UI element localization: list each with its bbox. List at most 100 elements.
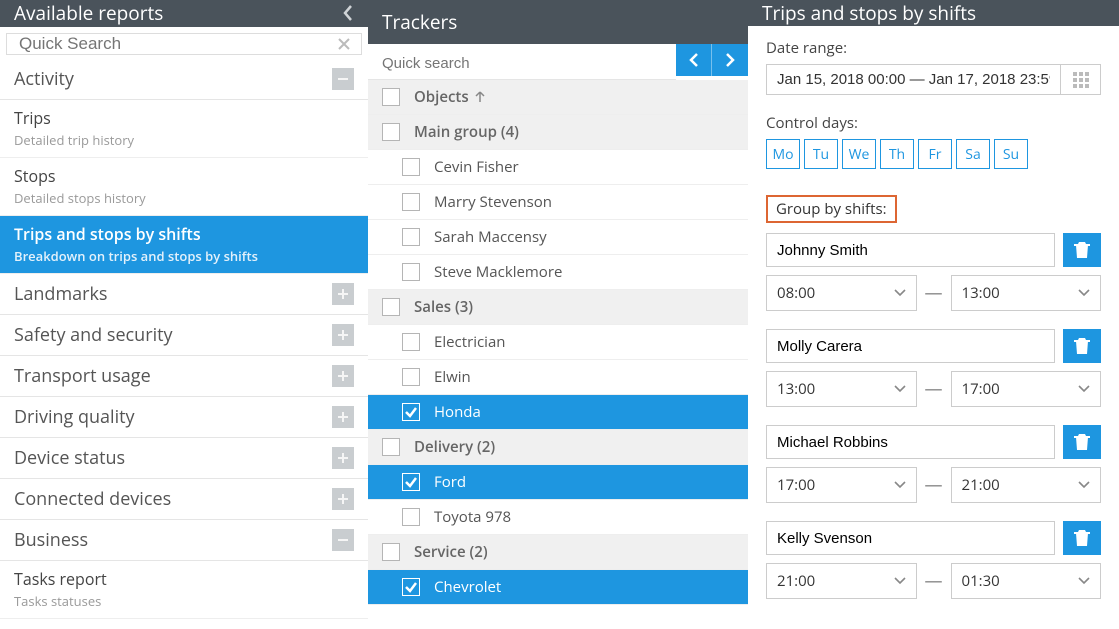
- expand-icon[interactable]: [332, 447, 354, 469]
- shift-to-select[interactable]: 13:00: [951, 275, 1102, 311]
- tracker-group[interactable]: Main group (4): [368, 115, 748, 150]
- objects-root[interactable]: Objects: [368, 80, 748, 115]
- chevron-down-icon: [1078, 289, 1090, 297]
- tracker-item[interactable]: Ford: [368, 465, 748, 500]
- day-toggle[interactable]: Sa: [956, 139, 990, 169]
- checkbox-icon[interactable]: [382, 438, 400, 456]
- shift-from-select[interactable]: 08:00: [766, 275, 917, 311]
- tracker-item[interactable]: Honda: [368, 395, 748, 430]
- report-category[interactable]: Device status: [0, 438, 368, 479]
- collapse-icon[interactable]: [332, 529, 354, 551]
- tracker-item[interactable]: Electrician: [368, 325, 748, 360]
- report-category[interactable]: Safety and security: [0, 315, 368, 356]
- tracker-label: Honda: [434, 402, 481, 422]
- tracker-item[interactable]: Marry Stevenson: [368, 185, 748, 220]
- shift-to-select[interactable]: 21:00: [951, 467, 1102, 503]
- clear-icon[interactable]: [327, 37, 361, 51]
- expand-icon[interactable]: [332, 365, 354, 387]
- shift-name-input[interactable]: [766, 329, 1055, 363]
- tracker-item[interactable]: Toyota 978: [368, 500, 748, 535]
- shift-name-input[interactable]: [766, 425, 1055, 459]
- day-toggle[interactable]: Mo: [766, 139, 800, 169]
- checkbox-icon[interactable]: [402, 263, 420, 281]
- shift-row: 13:00—17:00: [766, 329, 1101, 407]
- checkbox-icon[interactable]: [382, 88, 400, 106]
- report-category[interactable]: Driving quality: [0, 397, 368, 438]
- checkbox-icon[interactable]: [402, 333, 420, 351]
- checkbox-icon[interactable]: [402, 403, 420, 421]
- report-subtitle: Tasks statuses: [14, 592, 354, 610]
- collapse-reports-icon[interactable]: [342, 4, 354, 22]
- day-toggle[interactable]: Tu: [804, 139, 838, 169]
- tracker-label: Sales (3): [414, 297, 473, 317]
- date-range-label: Date range:: [766, 38, 1101, 58]
- shift-from-select[interactable]: 13:00: [766, 371, 917, 407]
- expand-icon[interactable]: [332, 406, 354, 428]
- tracker-item[interactable]: Steve Macklemore: [368, 255, 748, 290]
- checkbox-icon[interactable]: [402, 368, 420, 386]
- checkbox-icon[interactable]: [402, 508, 420, 526]
- trackers-search: [368, 48, 676, 80]
- reports-search-input[interactable]: [7, 34, 327, 54]
- expand-icon[interactable]: [332, 283, 354, 305]
- expand-icon[interactable]: [332, 324, 354, 346]
- tracker-label: Steve Macklemore: [434, 262, 562, 282]
- checkbox-icon[interactable]: [382, 123, 400, 141]
- trash-icon[interactable]: [1063, 521, 1101, 555]
- trackers-search-input[interactable]: [368, 55, 676, 72]
- tracker-item[interactable]: Cevin Fisher: [368, 150, 748, 185]
- day-toggle[interactable]: Fr: [918, 139, 952, 169]
- tracker-group[interactable]: Service (2): [368, 535, 748, 570]
- checkbox-icon[interactable]: [402, 158, 420, 176]
- checkbox-icon[interactable]: [402, 578, 420, 596]
- trash-icon[interactable]: [1063, 329, 1101, 363]
- report-item[interactable]: StopsDetailed stops history: [0, 158, 368, 216]
- shift-name-input[interactable]: [766, 521, 1055, 555]
- collapse-icon[interactable]: [332, 68, 354, 90]
- category-label: Transport usage: [14, 364, 332, 388]
- next-icon[interactable]: [712, 44, 748, 76]
- tracker-item[interactable]: Elwin: [368, 360, 748, 395]
- checkbox-icon[interactable]: [402, 228, 420, 246]
- report-item[interactable]: Tasks report Tasks statuses: [0, 561, 368, 619]
- report-title: Tasks report: [14, 568, 354, 590]
- shift-name-input[interactable]: [766, 233, 1055, 267]
- expand-icon[interactable]: [332, 488, 354, 510]
- tracker-group[interactable]: Sales (3): [368, 290, 748, 325]
- tracker-label: Sarah Maccensy: [434, 227, 547, 247]
- day-toggle[interactable]: Th: [880, 139, 914, 169]
- chevron-down-icon: [894, 289, 906, 297]
- checkbox-icon[interactable]: [382, 543, 400, 561]
- day-toggle[interactable]: Su: [994, 139, 1028, 169]
- report-category[interactable]: Transport usage: [0, 356, 368, 397]
- day-toggle[interactable]: We: [842, 139, 876, 169]
- tracker-item[interactable]: Sarah Maccensy: [368, 220, 748, 255]
- category-label: Landmarks: [14, 282, 332, 306]
- date-range-input[interactable]: [766, 64, 1061, 95]
- report-category[interactable]: Business: [0, 520, 368, 561]
- checkbox-icon[interactable]: [382, 298, 400, 316]
- reports-header: Available reports: [0, 0, 368, 27]
- shift-from-select[interactable]: 17:00: [766, 467, 917, 503]
- checkbox-icon[interactable]: [402, 193, 420, 211]
- report-category[interactable]: Activity: [0, 59, 368, 100]
- trash-icon[interactable]: [1063, 425, 1101, 459]
- shift-to-select[interactable]: 01:30: [951, 563, 1102, 599]
- checkbox-icon[interactable]: [402, 473, 420, 491]
- shift-from-select[interactable]: 21:00: [766, 563, 917, 599]
- shift-to-select[interactable]: 17:00: [951, 371, 1102, 407]
- trackers-nav: [676, 44, 748, 76]
- prev-icon[interactable]: [676, 44, 712, 76]
- report-item[interactable]: TripsDetailed trip history: [0, 100, 368, 158]
- report-category[interactable]: Landmarks: [0, 274, 368, 315]
- report-category[interactable]: Connected devices: [0, 479, 368, 520]
- calendar-icon[interactable]: [1061, 64, 1101, 95]
- tracker-label: Electrician: [434, 332, 506, 352]
- trash-icon[interactable]: [1063, 233, 1101, 267]
- sort-asc-icon[interactable]: [475, 91, 485, 103]
- report-item[interactable]: Trips and stops by shiftsBreakdown on tr…: [0, 216, 368, 274]
- category-label: Safety and security: [14, 323, 332, 347]
- tracker-group[interactable]: Delivery (2): [368, 430, 748, 465]
- tracker-item[interactable]: Chevrolet: [368, 570, 748, 605]
- shifts-title: Trips and stops by shifts: [762, 0, 976, 26]
